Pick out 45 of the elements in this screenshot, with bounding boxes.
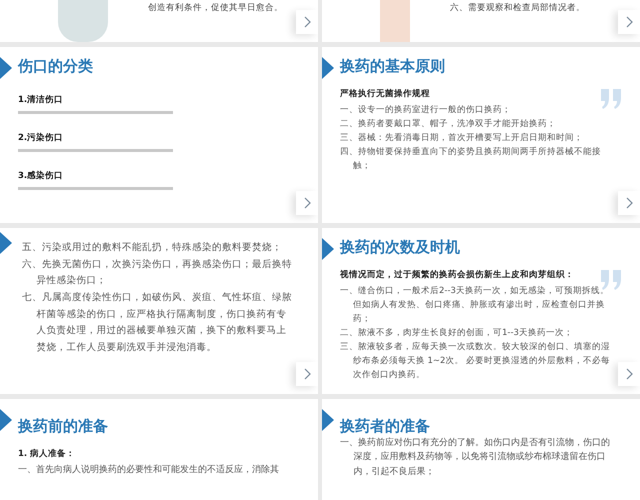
list-item-text: 六、先换无菌伤口，次换污染伤口，再换感染伤口；最后换特异性感染伤口；: [22, 258, 293, 288]
next-slide-button[interactable]: [296, 362, 318, 386]
chevron-right-icon: [626, 16, 632, 28]
legs-figure-placeholder: [380, 0, 410, 42]
slide-title: 换药的次数及时机: [340, 238, 461, 257]
slide-title: 换药前的准备: [18, 417, 109, 436]
person-figure-placeholder: [58, 0, 108, 42]
lead-text: 严格执行无菌操作规程: [340, 88, 431, 100]
triangle-marker-icon: [0, 232, 12, 254]
next-slide-button[interactable]: [618, 10, 640, 34]
next-slide-button[interactable]: [618, 191, 640, 215]
slide-title: 伤口的分类: [18, 57, 94, 76]
slide-title: 换药者的准备: [340, 417, 431, 436]
lead-text: 视情况而定，过于频繁的换药会损伤新生上皮和肉芽组织：: [340, 269, 575, 281]
list-item-text: 一、首先向病人说明换药的必要性和可能发生的不适反应，消除其: [18, 464, 280, 477]
next-slide-button[interactable]: [296, 10, 318, 34]
chevron-right-icon: [304, 197, 310, 209]
triangle-marker-icon: [0, 57, 12, 79]
chevron-right-icon: [304, 368, 310, 380]
triangle-marker-icon: [322, 57, 334, 79]
slide-title: 换药的基本原则: [340, 57, 446, 76]
list-item-text: 一、缝合伤口，一般术后2--3天换药一次，如无感染，可预期拆线。但如病人有发热、创口疼痛、肿胀或有渗出时，应检查创口并换药；: [340, 285, 610, 326]
body-text: 创造有利条件，促使其早日愈合。: [148, 2, 283, 14]
chevron-right-icon: [626, 368, 632, 380]
chevron-right-icon: [626, 197, 632, 209]
category-heading: 2.污染伤口: [18, 132, 64, 144]
lead-text: 1. 病人准备：: [18, 448, 76, 460]
list-item-text: 七、凡属高度传染性伤口，如破伤风、炭疽、气性坏疽、绿脓杆菌等感染的伤口，应严格执行隔离制度，伤口换药有专人负责处理，用过的器械要单独灭菌，换下的敷料要马上焚烧，工作人员要刷洗双手并浸泡消毒。: [22, 290, 293, 355]
list-item-text: 三、脓液较多者，应每天换一次或数次。较大较深的创口、填塞的湿纱布条必须每天换 1~2次。 必要时更换湿透的外层敷料，不必每次作创口内换药。: [340, 340, 612, 382]
list-item-text: 二、换药者要戴口罩、帽子，洗净双手才能开始换药；: [340, 118, 557, 132]
list-item-text: 三、器械：先看消毒日期，首次开槽要写上开启日期和时间；: [340, 132, 584, 146]
category-heading: 1.清洁伤口: [18, 94, 64, 106]
triangle-marker-icon: [322, 238, 334, 260]
next-slide-button[interactable]: [618, 362, 640, 386]
triangle-marker-icon: [322, 409, 334, 431]
body-text: 六、需要观察和检查局部情况者。: [450, 2, 585, 14]
list-item-text: 五、污染或用过的敷料不能乱扔，特殊感染的敷料要焚烧；: [22, 241, 283, 255]
list-item-text: 一、设专一的换药室进行一般的伤口换药；: [340, 104, 512, 117]
list-item-text: 四、持物钳要保持垂直向下的姿势且换药期间两手所持器械不能接触；: [340, 146, 602, 174]
category-heading: 3.感染伤口: [18, 170, 64, 182]
list-item-text: 一、换药前应对伤口有充分的了解。如伤口内是否有引流物，伤口的深度，应用敷料及药物等，以免将引流物或纱布棉球遗留在伤口内，引起不良后果；: [340, 436, 611, 479]
next-slide-button[interactable]: [296, 191, 318, 215]
list-item-text: 二、脓液不多，肉芽生长良好的创面，可1--3天换药一次；: [340, 327, 574, 340]
triangle-marker-icon: [0, 409, 12, 431]
chevron-right-icon: [304, 16, 310, 28]
